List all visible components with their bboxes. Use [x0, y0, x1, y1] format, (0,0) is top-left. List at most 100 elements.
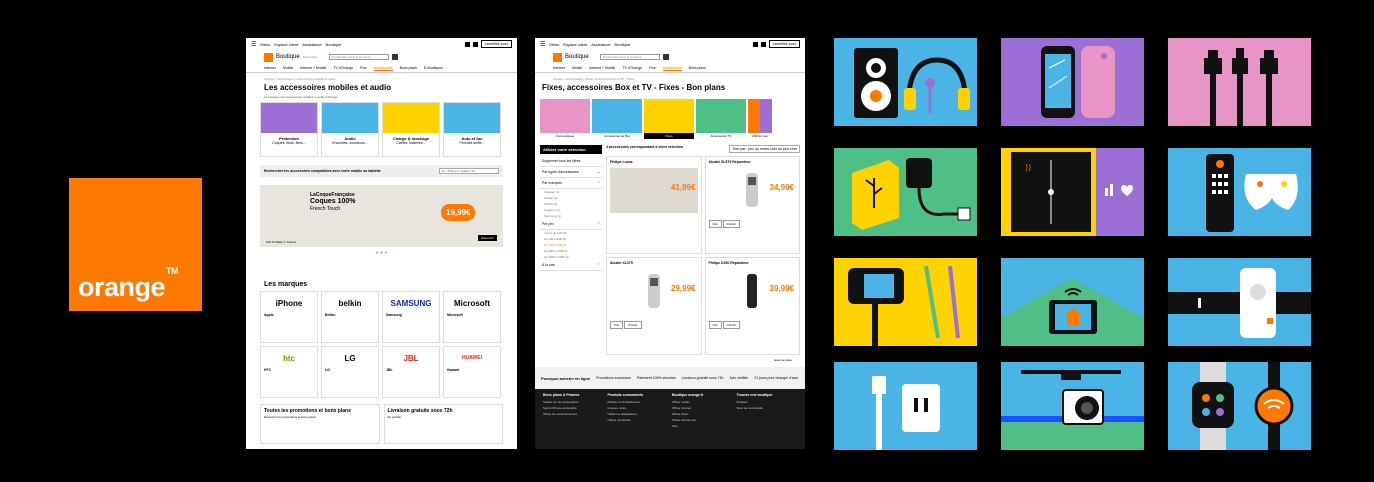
footer-link[interactable]: Fixe — [672, 424, 733, 428]
brand-logo: belkin — [338, 298, 362, 308]
footer-link[interactable]: Offres mobile — [672, 400, 733, 404]
mail-icon[interactable] — [753, 41, 759, 47]
apps-icon[interactable] — [761, 41, 767, 47]
mail-icon[interactable] — [465, 41, 471, 47]
promo-banner[interactable]: LaCoqueFrançaise Coques 100% French Touc… — [260, 185, 503, 247]
product-card[interactable]: Philips Lucas 41,99€ — [606, 156, 702, 254]
brand-microsoft[interactable]: Microsoft Microsoft — [443, 291, 501, 343]
menu-link[interactable]: Menu — [260, 42, 270, 47]
nav-bons-plans[interactable]: Bons plans — [689, 66, 706, 70]
login-button[interactable]: Identifiez-vous — [769, 40, 800, 48]
orange-mini-logo[interactable] — [264, 52, 273, 62]
compat-input[interactable]: Ex. iPhone 6, Galaxy S6... — [439, 168, 499, 174]
carousel-dots[interactable]: ● ● ● — [246, 250, 517, 256]
filter-types[interactable]: Par types d'accessoires ⌄ — [540, 167, 602, 178]
brand-belkin[interactable]: belkin Belkin — [321, 291, 379, 343]
product-card[interactable]: Philips D150 Répondeur 39,99€ Voir Chois… — [704, 257, 800, 355]
nav-fixe[interactable]: Fixe — [649, 66, 656, 70]
promo-link[interactable]: Découvrir les promotions et bons plans — [264, 415, 316, 419]
nav-internet[interactable]: Internet — [264, 66, 276, 70]
banner-cta[interactable]: Découvrir — [478, 235, 497, 241]
tile-fixes[interactable]: Fixes — [644, 99, 694, 139]
search-input[interactable]: Recherchez dans la boutique — [599, 54, 660, 60]
footer-link[interactable]: Mobiles et Smartphones — [608, 400, 669, 404]
espace-client-link[interactable]: Espace client — [563, 42, 587, 47]
view-button[interactable]: Voir — [708, 220, 722, 228]
nav-accessoires[interactable]: Accessoires — [662, 66, 682, 71]
listing: Affinez votre sélection Supprimer tous l… — [535, 145, 805, 365]
orange-mini-logo[interactable] — [553, 52, 562, 62]
nav-mobile[interactable]: Mobile — [572, 66, 582, 70]
choose-button[interactable]: Choisir — [722, 321, 740, 329]
sort-select[interactable]: Trier par : prix du moins cher au plus c… — [729, 145, 800, 153]
promo-card-delivery[interactable]: Livraison gratuite sous 72h En profiter — [383, 404, 503, 444]
footer-link[interactable]: Offres Open — [672, 412, 733, 416]
choose-button[interactable]: Choisir — [722, 220, 740, 228]
brand-jbl[interactable]: JBL JBL — [382, 346, 440, 398]
nav-eboutiques[interactable]: E-Boutiques — [424, 66, 443, 70]
tile-connectiques[interactable]: Connectiques — [540, 99, 590, 139]
promo-card-deals[interactable]: Toutes les promotions et bons plans Décou… — [260, 404, 380, 444]
brand-lg[interactable]: LG LG — [321, 346, 379, 398]
footer-link[interactable]: Pratique — [737, 400, 798, 404]
breadcrumb[interactable]: Orange > Accessoires > Accessoires mobil… — [246, 73, 517, 82]
category-charge[interactable]: Charge & stockage Câbles, batteries... — [382, 102, 440, 157]
espace-client-link[interactable]: Espace client — [274, 42, 298, 47]
login-button[interactable]: Identifiez-vous — [481, 40, 512, 48]
choose-button[interactable]: Choisir — [624, 321, 642, 329]
nav-bons-plans[interactable]: Bons plans — [400, 66, 417, 70]
nav-internet[interactable]: Internet — [553, 66, 565, 70]
filter-featured[interactable]: À la une ⌃ — [540, 260, 602, 271]
category-audio[interactable]: Audio Enceintes, écouteurs... — [321, 102, 379, 157]
back-to-top[interactable]: Haut de page — [606, 355, 800, 365]
nav-fixe[interactable]: Fixe — [360, 66, 367, 70]
product-card[interactable]: Alcatel XL575 Répondeur 34,99€ Voir Choi… — [704, 156, 800, 254]
brand-samsung[interactable]: SAMSUNG Samsung — [382, 291, 440, 343]
footer-link[interactable]: Suivi de commande — [737, 406, 798, 410]
brand-huawei[interactable]: HUAWEI Huawei — [443, 346, 501, 398]
breadcrumb[interactable]: Orange > Accessoires > Fixes, accessoire… — [535, 73, 805, 82]
nav-internet-mobile[interactable]: Internet + Mobile — [300, 66, 326, 70]
footer-link[interactable]: Câbles et adaptateurs — [608, 412, 669, 416]
brand-htc[interactable]: htc HTC — [260, 346, 318, 398]
view-button[interactable]: Voir — [610, 321, 624, 329]
nav-mobile[interactable]: Mobile — [283, 66, 293, 70]
view-button[interactable]: Voir — [708, 321, 722, 329]
footer-link[interactable]: Objets connectés — [608, 418, 669, 422]
footer-link[interactable]: Offres internet pro — [672, 418, 733, 422]
footer-link[interactable]: Coques, étuis — [608, 406, 669, 410]
brand-logo: Microsoft — [454, 298, 490, 308]
tile-all[interactable]: Afficher tout — [748, 99, 772, 139]
category-auto[interactable]: Auto et fun Perches selfie... — [443, 102, 501, 157]
assistance-link[interactable]: Assistance — [591, 42, 610, 47]
nav-tv[interactable]: TV d'Orange — [333, 66, 353, 70]
footer-link[interactable]: Offres de remboursement — [543, 412, 604, 416]
promo-link[interactable]: En profiter — [388, 415, 402, 419]
footer-link[interactable]: Sports iPhone accessible — [543, 406, 604, 410]
menu-link[interactable]: Menu — [549, 42, 559, 47]
search-icon[interactable] — [391, 54, 398, 60]
search-icon[interactable] — [662, 54, 669, 60]
nav-tv[interactable]: TV d'Orange — [622, 66, 642, 70]
footer-link[interactable]: Soldes sur les accessoires — [543, 400, 604, 404]
tile-tv[interactable]: Accessoires TV — [696, 99, 746, 139]
menu-icon[interactable]: ☰ — [540, 41, 545, 48]
boutique-link[interactable]: Boutique — [615, 42, 631, 47]
filter-clear[interactable]: Supprimer tous les filtres — [540, 156, 602, 167]
assistance-link[interactable]: Assistance — [302, 42, 321, 47]
nav-internet-mobile[interactable]: Internet + Mobile — [589, 66, 615, 70]
brand-apple[interactable]: iPhone Apple — [260, 291, 318, 343]
apps-icon[interactable] — [473, 41, 479, 47]
filter-brands[interactable]: Par marques ⌃ — [540, 178, 602, 189]
nav-accessoires[interactable]: Accessoires — [373, 66, 393, 71]
promo-title: Toutes les promotions et bons plans — [264, 408, 351, 414]
promo-title: Livraison gratuite sous 72h — [387, 408, 453, 414]
search-input[interactable]: Recherchez dans la boutique — [328, 54, 389, 60]
filter-price[interactable]: Par prix ⌃ — [540, 219, 602, 230]
tile-box[interactable]: Accessoires de Box — [592, 99, 642, 139]
boutique-link[interactable]: Boutique — [326, 42, 342, 47]
footer-link[interactable]: Offres internet — [672, 406, 733, 410]
menu-icon[interactable]: ☰ — [251, 41, 256, 48]
product-card[interactable]: Alcatel XL375 29,99€ Voir Choisir — [606, 257, 702, 355]
category-protection[interactable]: Protection Coques, étuis, films... — [260, 102, 318, 157]
